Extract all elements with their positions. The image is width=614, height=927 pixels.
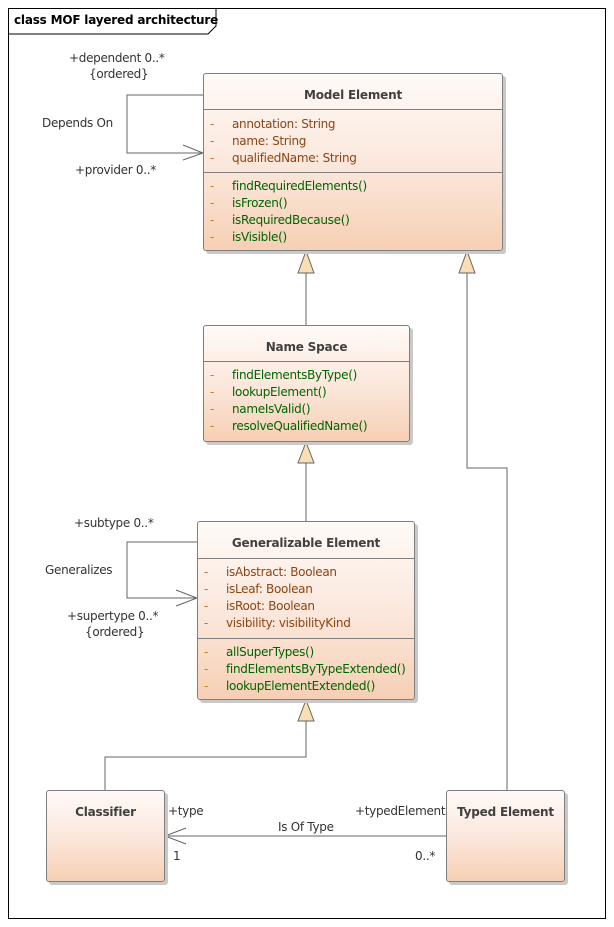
- generalizes-line: [126, 541, 197, 599]
- attribute-row[interactable]: - name: String: [204, 133, 502, 150]
- class-model-element[interactable]: Model Element - annotation: String - nam…: [203, 73, 503, 251]
- operation-text: allSuperTypes(): [226, 645, 314, 659]
- visibility-marker: -: [210, 213, 215, 227]
- operation-text: nameIsValid(): [232, 402, 311, 416]
- operation-text: findRequiredElements(): [232, 179, 367, 193]
- visibility-marker: -: [210, 419, 215, 433]
- operation-text: findElementsByTypeExtended(): [226, 662, 406, 676]
- operations-compartment: - allSuperTypes() - findElementsByTypeEx…: [198, 638, 414, 695]
- visibility-marker: -: [210, 179, 215, 193]
- class-name: Model Element: [304, 88, 402, 102]
- generalizes-target-role: +supertype 0..*: [67, 609, 159, 623]
- attribute-row[interactable]: - visibility: visibilityKind: [198, 615, 414, 632]
- visibility-marker: -: [210, 402, 215, 416]
- visibility-marker: -: [210, 151, 215, 165]
- operation-row[interactable]: - isRequiredBecause(): [204, 212, 502, 229]
- classifier-generalization-arrow: [297, 698, 315, 722]
- attribute-row[interactable]: - annotation: String: [204, 116, 502, 133]
- class-name: Typed Element: [457, 805, 554, 819]
- visibility-marker: -: [204, 679, 209, 693]
- visibility-marker: -: [210, 385, 215, 399]
- depends-on-target-role: +provider 0..*: [75, 163, 156, 177]
- generalizes-target-constraint: {ordered}: [85, 625, 145, 639]
- operation-text: isRequiredBecause(): [232, 213, 350, 227]
- class-name: Name Space: [265, 340, 348, 354]
- class-generalizable-element[interactable]: Generalizable Element - isAbstract: Bool…: [197, 521, 415, 700]
- is-of-type-type-role: +type: [168, 804, 204, 818]
- attribute-text: isAbstract: Boolean: [226, 565, 337, 579]
- attribute-text: annotation: String: [232, 117, 336, 131]
- operation-text: isVisible(): [232, 230, 287, 244]
- visibility-marker: -: [210, 368, 215, 382]
- is-of-type-typed-role: +typedElement: [355, 804, 446, 818]
- class-name: Generalizable Element: [231, 536, 381, 550]
- generalizes-source-role: +subtype 0..*: [74, 516, 154, 530]
- attributes-compartment: - annotation: String - name: String - qu…: [204, 109, 502, 172]
- attribute-text: name: String: [232, 134, 307, 148]
- operation-row[interactable]: - lookupElementExtended(): [198, 678, 414, 695]
- operation-row[interactable]: - resolveQualifiedName(): [204, 418, 409, 435]
- depends-on-source-constraint: {ordered}: [89, 67, 149, 81]
- attribute-text: visibility: visibilityKind: [226, 616, 351, 630]
- operations-compartment: - findElementsByType() - lookupElement()…: [204, 361, 409, 435]
- operation-text: isFrozen(): [232, 196, 288, 210]
- attribute-row[interactable]: - isLeaf: Boolean: [198, 581, 414, 598]
- operations-compartment: - findRequiredElements() - isFrozen() - …: [204, 172, 502, 246]
- attribute-row[interactable]: - qualifiedName: String: [204, 150, 502, 167]
- class-typed-element[interactable]: Typed Element: [446, 790, 565, 882]
- visibility-marker: -: [204, 645, 209, 659]
- attribute-text: isLeaf: Boolean: [226, 582, 313, 596]
- operation-row[interactable]: - findElementsByType(): [204, 367, 409, 384]
- operation-row[interactable]: - isFrozen(): [204, 195, 502, 212]
- operation-row[interactable]: - nameIsValid(): [204, 401, 409, 418]
- attributes-compartment: - isAbstract: Boolean - isLeaf: Boolean …: [198, 558, 414, 638]
- depends-on-association-name: Depends On: [42, 116, 113, 130]
- visibility-marker: -: [204, 565, 209, 579]
- operation-row[interactable]: - isVisible(): [204, 229, 502, 246]
- operation-text: resolveQualifiedName(): [232, 419, 368, 433]
- typed-element-generalization-line: [466, 273, 508, 791]
- visibility-marker: -: [204, 616, 209, 630]
- operation-row[interactable]: - findElementsByTypeExtended(): [198, 661, 414, 678]
- visibility-marker: -: [210, 230, 215, 244]
- attribute-row[interactable]: - isRoot: Boolean: [198, 598, 414, 615]
- is-of-type-type-multiplicity: 1: [173, 849, 181, 863]
- operation-row[interactable]: - findRequiredElements(): [204, 178, 502, 195]
- is-of-type-association-name: Is Of Type: [278, 820, 334, 834]
- attribute-text: qualifiedName: String: [232, 151, 357, 165]
- visibility-marker: -: [210, 134, 215, 148]
- generalizes-association-name: Generalizes: [45, 563, 113, 577]
- attribute-text: isRoot: Boolean: [226, 599, 315, 613]
- operation-text: lookupElementExtended(): [226, 679, 375, 693]
- visibility-marker: -: [210, 196, 215, 210]
- visibility-marker: -: [204, 599, 209, 613]
- visibility-marker: -: [204, 662, 209, 676]
- class-name-space[interactable]: Name Space - findElementsByType() - look…: [203, 325, 410, 442]
- namespace-generalization-arrow: [297, 249, 315, 274]
- typed-element-generalization-arrow: [458, 249, 476, 274]
- generalizable-generalization-arrow: [297, 440, 315, 464]
- is-of-type-typed-multiplicity: 0..*: [415, 849, 436, 863]
- class-name: Classifier: [75, 805, 136, 819]
- operation-row[interactable]: - allSuperTypes(): [198, 644, 414, 661]
- classifier-generalization-line: [104, 721, 307, 791]
- visibility-marker: -: [204, 582, 209, 596]
- attribute-row[interactable]: - isAbstract: Boolean: [198, 564, 414, 581]
- depends-on-source-role: +dependent 0..*: [69, 51, 165, 65]
- operation-row[interactable]: - lookupElement(): [204, 384, 409, 401]
- operation-text: lookupElement(): [232, 385, 327, 399]
- operation-text: findElementsByType(): [232, 368, 357, 382]
- visibility-marker: -: [210, 117, 215, 131]
- class-classifier[interactable]: Classifier: [46, 790, 165, 882]
- depends-on-line: [126, 94, 203, 154]
